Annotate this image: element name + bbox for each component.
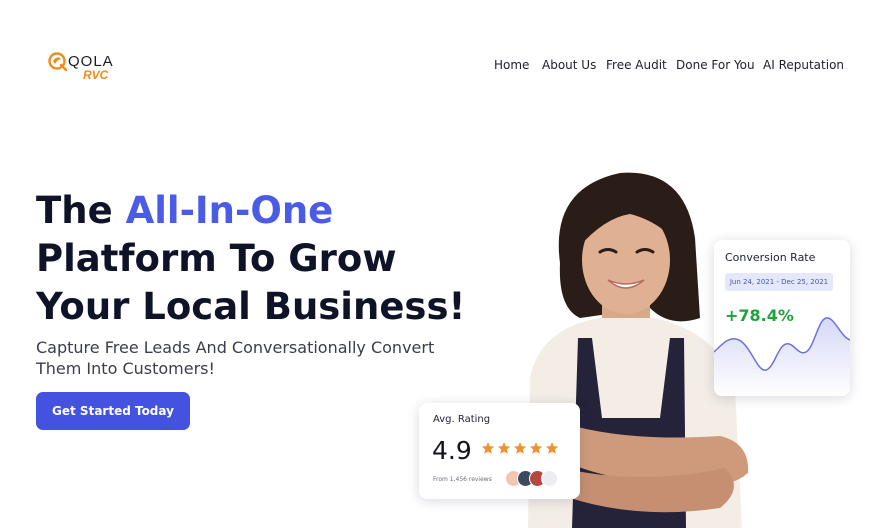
nav-item-done-for-you[interactable]: Done For You — [676, 58, 755, 72]
star-icon — [545, 442, 559, 454]
star-icon — [529, 442, 543, 454]
nav-item-about-us[interactable]: About Us — [542, 58, 596, 72]
reviewer-avatars — [505, 470, 565, 488]
rating-reviews-text: From 1,456 reviews — [433, 476, 492, 483]
hero-subtext: Capture Free Leads And Conversationally … — [36, 338, 435, 378]
star-icon — [497, 442, 511, 454]
headline-accent: All-In-One — [125, 189, 334, 232]
star-icon — [481, 442, 495, 454]
conversion-sparkline — [714, 317, 850, 396]
rating-title: Avg. Rating — [433, 414, 491, 425]
nav-item-free-audit[interactable]: Free Audit — [606, 58, 667, 72]
star-icon — [513, 442, 527, 454]
headline-line3: Your Local Business! — [36, 285, 466, 328]
get-started-button[interactable]: Get Started Today — [36, 392, 190, 430]
nav-item-ai-reputation[interactable]: AI Reputation — [763, 58, 844, 72]
conversion-title: Conversion Rate — [725, 251, 816, 264]
main-nav: Home About Us Free Audit Done For You AI… — [0, 58, 877, 76]
headline-line2: Platform To Grow — [36, 237, 397, 280]
hero-headline: The All-In-One Platform To Grow Your Loc… — [36, 187, 465, 331]
headline-part1: The — [36, 189, 126, 232]
reviewer-avatar-more-icon — [541, 470, 558, 487]
rating-value: 4.9 — [432, 436, 472, 465]
conversion-rate-card: Conversion Rate Jun 24, 2021 - Dec 25, 2… — [714, 240, 850, 396]
nav-item-home[interactable]: Home — [494, 58, 529, 72]
rating-stars — [481, 441, 561, 457]
avg-rating-card: Avg. Rating 4.9 From 1,456 reviews — [419, 403, 580, 499]
conversion-date-range: Jun 24, 2021 - Dec 25, 2021 — [725, 273, 833, 291]
